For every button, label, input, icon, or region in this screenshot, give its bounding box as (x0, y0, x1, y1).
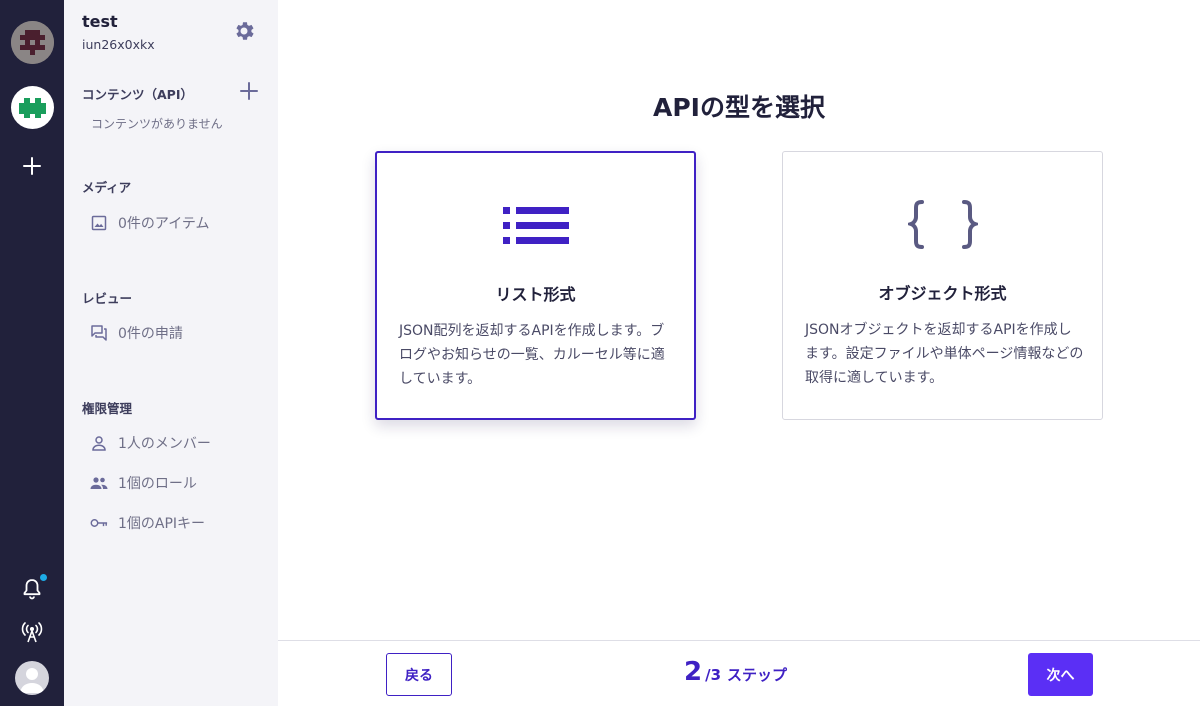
service-name: test (82, 12, 118, 31)
step-total: /3 (705, 666, 722, 684)
key-icon (90, 514, 108, 532)
service-id: iun26x0xkx (82, 37, 155, 52)
service-sidebar: test iun26x0xkx コンテンツ（API） コンテンツがありません メ… (64, 0, 278, 706)
sidebar-item-members[interactable]: 1人のメンバー (90, 431, 211, 455)
sidebar-item-label: 1個のAPIキー (118, 516, 206, 532)
notifications-button[interactable] (20, 574, 47, 601)
app-rail (0, 0, 64, 706)
step-label: ステップ (727, 666, 788, 684)
review-heading: レビュー (82, 291, 133, 306)
person-icon (90, 434, 108, 452)
user-avatar[interactable] (15, 661, 49, 695)
broadcast-button[interactable] (20, 620, 44, 644)
sidebar-item-label: 0件のアイテム (118, 216, 210, 232)
sidebar-item-label: 1個のロール (118, 476, 197, 492)
sidebar-item-label: 0件の申請 (118, 326, 183, 342)
card-description: JSONオブジェクトを返却するAPIを作成します。設定ファイルや単体ページ情報な… (805, 322, 1084, 386)
workspace-avatar-pixel[interactable] (11, 21, 54, 64)
user-silhouette-icon (20, 668, 44, 693)
add-service-button[interactable] (20, 154, 44, 178)
plus-icon (23, 157, 41, 175)
api-type-card-object[interactable]: オブジェクト形式 JSONオブジェクトを返却するAPIを作成します。設定ファイル… (782, 151, 1103, 420)
pixel-logo-icon (11, 21, 54, 64)
sidebar-item-roles[interactable]: 1個のロール (90, 471, 197, 495)
step-current: 2 (684, 657, 703, 687)
step-indicator: 2 /3 ステップ (684, 657, 787, 687)
service-avatar-pixel[interactable] (11, 86, 54, 129)
curly-braces-icon (907, 200, 978, 249)
antenna-icon (21, 622, 43, 643)
notification-dot (40, 574, 47, 581)
contents-heading: コンテンツ（API） (82, 87, 193, 102)
gear-icon (236, 22, 254, 40)
page-title: APIの型を選択 (653, 93, 825, 122)
list-icon (502, 207, 569, 244)
chat-icon (90, 324, 108, 342)
api-type-card-list[interactable]: リスト形式 JSON配列を返却するAPIを作成します。ブログやお知らせの一覧、カ… (375, 151, 696, 420)
people-icon (90, 474, 108, 492)
plus-icon (240, 82, 258, 100)
sidebar-item-review[interactable]: 0件の申請 (90, 321, 183, 345)
pixel-cross-icon (19, 98, 46, 118)
wizard-footer: 戻る 2 /3 ステップ 次へ (278, 640, 1200, 706)
sidebar-item-apikeys[interactable]: 1個のAPIキー (90, 511, 205, 535)
service-settings-button[interactable] (232, 19, 256, 43)
permissions-heading: 権限管理 (82, 401, 133, 416)
bell-icon (23, 579, 41, 600)
add-content-button[interactable] (238, 80, 260, 102)
card-title: オブジェクト形式 (878, 284, 1007, 303)
card-description: JSON配列を返却するAPIを作成します。ブログやお知らせの一覧、カルーセル等に… (399, 323, 665, 387)
image-icon (90, 214, 108, 232)
sidebar-item-label: 1人のメンバー (118, 436, 211, 452)
media-heading: メディア (82, 180, 132, 195)
card-title: リスト形式 (495, 285, 576, 304)
sidebar-item-media[interactable]: 0件のアイテム (90, 211, 210, 235)
back-button[interactable]: 戻る (386, 653, 452, 696)
next-button[interactable]: 次へ (1028, 653, 1093, 696)
contents-empty-message: コンテンツがありません (91, 117, 223, 131)
